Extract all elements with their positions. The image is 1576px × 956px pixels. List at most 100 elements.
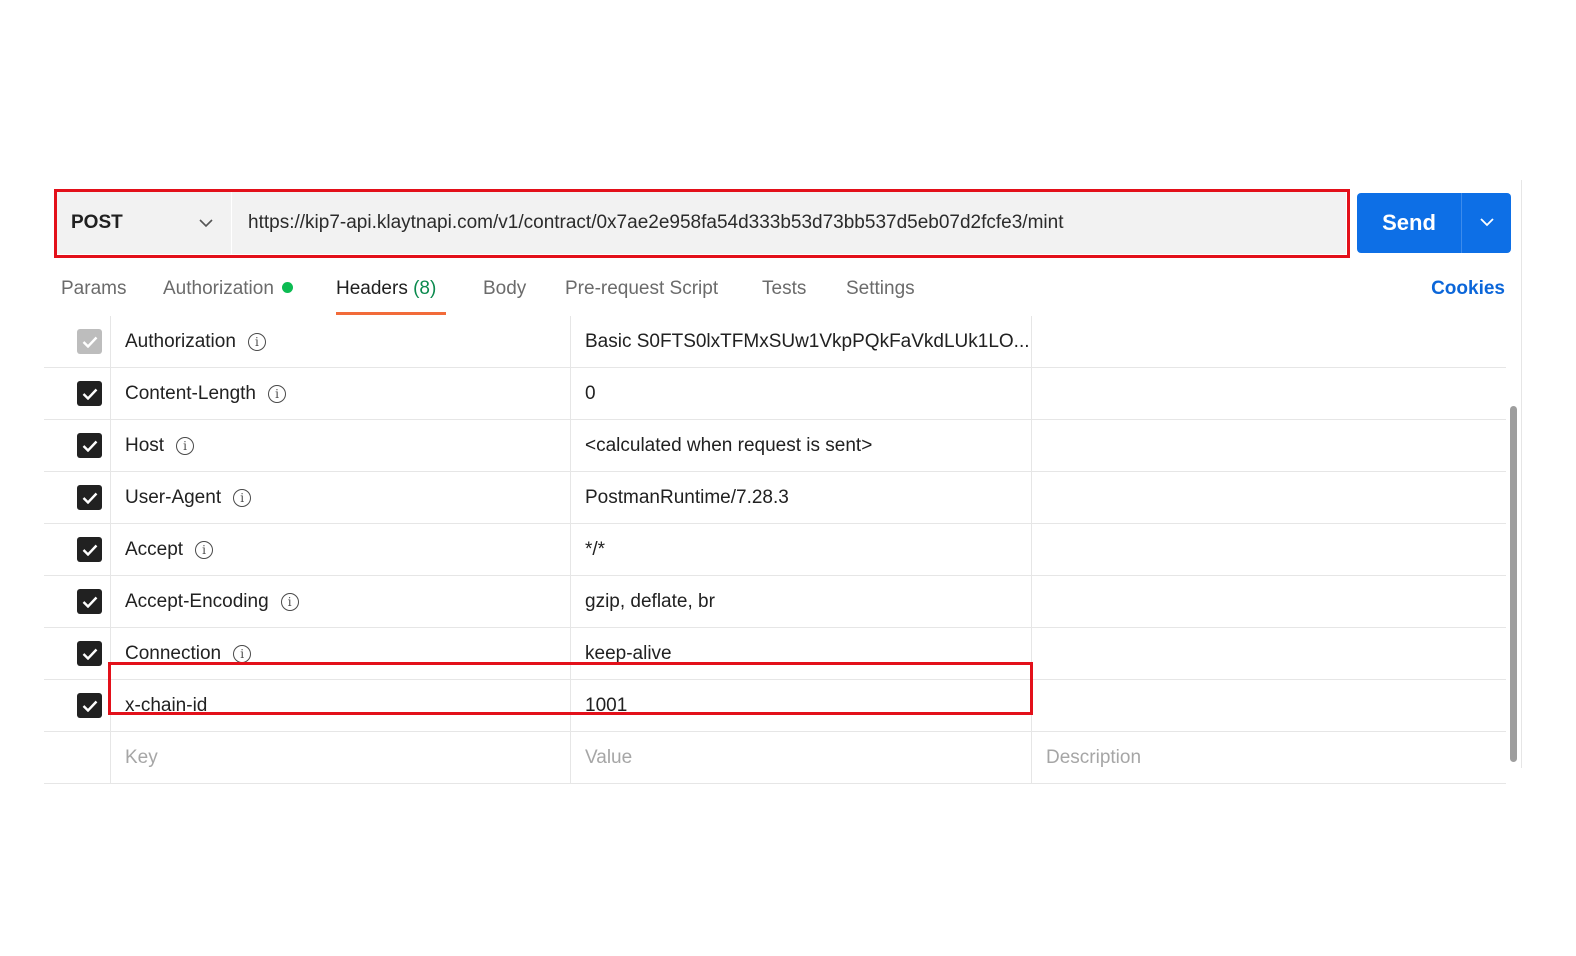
info-icon[interactable]: i (233, 488, 252, 507)
check-icon (82, 544, 97, 556)
header-value: */* (585, 538, 606, 560)
check-icon (82, 336, 97, 348)
header-value: 1001 (585, 694, 628, 716)
status-dot-icon (281, 282, 293, 293)
send-options-button[interactable] (1462, 193, 1511, 253)
table-row-new: Key Value Description (44, 732, 1506, 784)
tab-label: Params (61, 278, 127, 299)
description-cell[interactable] (1031, 420, 1506, 471)
description-input[interactable]: Description (1031, 732, 1506, 783)
tab-body[interactable]: Body (483, 278, 526, 300)
header-checkbox[interactable] (77, 537, 102, 562)
header-key: Accept (125, 538, 184, 560)
header-checkbox[interactable] (77, 641, 102, 666)
tab-label: Tests (762, 278, 807, 299)
header-checkbox[interactable] (77, 693, 102, 718)
headers-table: Authorization i Basic S0FTS0lxTFMxSUw1Vkp… (44, 316, 1506, 784)
cookies-link[interactable]: Cookies (1431, 278, 1505, 300)
description-cell[interactable] (1031, 472, 1506, 523)
value-input[interactable]: Value (570, 732, 1032, 783)
value-cell[interactable]: keep-alive (570, 628, 1032, 679)
value-cell[interactable]: */* (570, 524, 1032, 575)
key-cell[interactable]: Accept-Encoding i (110, 576, 571, 627)
checkbox-cell (44, 524, 111, 575)
request-tabs: Params Authorization Headers (8) Body Pr… (44, 270, 1514, 316)
checkbox-cell (44, 732, 111, 783)
description-cell[interactable] (1031, 680, 1506, 731)
key-cell[interactable]: Accept i (110, 524, 571, 575)
table-row: Host i <calculated when request is sent> (44, 420, 1506, 472)
checkbox-cell (44, 576, 111, 627)
key-input[interactable]: Key (110, 732, 571, 783)
send-button[interactable]: Send (1357, 193, 1511, 253)
info-icon[interactable]: i (233, 644, 252, 663)
url-input[interactable]: https://kip7-api.klaytnapi.com/v1/contra… (232, 191, 1346, 254)
header-checkbox[interactable] (77, 589, 102, 614)
info-icon[interactable]: i (195, 540, 214, 559)
scrollbar-thumb[interactable] (1510, 406, 1517, 762)
checkbox-cell (44, 680, 111, 731)
header-checkbox[interactable] (77, 433, 102, 458)
header-checkbox[interactable] (77, 485, 102, 510)
table-row: Accept i */* (44, 524, 1506, 576)
value-cell[interactable]: PostmanRuntime/7.28.3 (570, 472, 1032, 523)
checkbox-cell (44, 472, 111, 523)
method-label: POST (71, 211, 123, 233)
table-row: User-Agent i PostmanRuntime/7.28.3 (44, 472, 1506, 524)
description-cell[interactable] (1031, 576, 1506, 627)
check-icon (82, 440, 97, 452)
info-icon[interactable]: i (176, 436, 195, 455)
request-bar: POST https://kip7-api.klaytnapi.com/v1/c… (56, 191, 1346, 254)
table-row: Accept-Encoding i gzip, deflate, br (44, 576, 1506, 628)
check-icon (82, 700, 97, 712)
tab-label: Headers (336, 278, 408, 299)
header-key: Authorization (125, 330, 236, 352)
checkbox-cell (44, 420, 111, 471)
key-cell[interactable]: User-Agent i (110, 472, 571, 523)
key-placeholder: Key (125, 746, 158, 768)
key-cell[interactable]: x-chain-id (110, 680, 571, 731)
description-cell[interactable] (1031, 316, 1506, 367)
key-cell[interactable]: Host i (110, 420, 571, 471)
key-cell[interactable]: Content-Length i (110, 368, 571, 419)
value-cell[interactable]: 1001 (570, 680, 1032, 731)
tab-tests[interactable]: Tests (762, 278, 806, 300)
tab-headers[interactable]: Headers (8) (336, 278, 436, 300)
check-icon (82, 648, 97, 660)
value-cell[interactable]: 0 (570, 368, 1032, 419)
value-placeholder: Value (585, 746, 633, 768)
active-tab-underline (336, 312, 446, 315)
checkbox-cell (44, 368, 111, 419)
info-icon[interactable]: i (280, 592, 299, 611)
value-cell[interactable]: gzip, deflate, br (570, 576, 1032, 627)
table-row: Content-Length i 0 (44, 368, 1506, 420)
tab-pre-request-script[interactable]: Pre-request Script (565, 278, 718, 300)
method-select[interactable]: POST (56, 191, 232, 254)
description-cell[interactable] (1031, 524, 1506, 575)
header-key: Host (125, 434, 165, 456)
tab-authorization[interactable]: Authorization (163, 278, 293, 300)
header-checkbox[interactable] (77, 329, 102, 354)
tab-settings[interactable]: Settings (846, 278, 915, 300)
value-cell[interactable]: <calculated when request is sent> (570, 420, 1032, 471)
header-checkbox[interactable] (77, 381, 102, 406)
header-value: gzip, deflate, br (585, 590, 715, 612)
tab-params[interactable]: Params (61, 278, 126, 300)
key-cell[interactable]: Connection i (110, 628, 571, 679)
description-placeholder: Description (1046, 746, 1142, 768)
header-key: Content-Length (125, 382, 256, 404)
info-icon[interactable]: i (268, 384, 286, 403)
header-value: PostmanRuntime/7.28.3 (585, 486, 789, 508)
chevron-down-icon (199, 212, 213, 234)
description-cell[interactable] (1031, 628, 1506, 679)
value-cell[interactable]: Basic S0FTS0lxTFMxSUw1VkpPQkFaVkdLUk1LO.… (570, 316, 1032, 367)
table-row: Connection i keep-alive (44, 628, 1506, 680)
checkbox-cell (44, 316, 111, 367)
tab-label: Pre-request Script (565, 278, 719, 299)
info-icon[interactable]: i (247, 332, 266, 351)
description-cell[interactable] (1031, 368, 1506, 419)
header-key: Connection (125, 642, 222, 664)
key-cell[interactable]: Authorization i (110, 316, 571, 367)
header-key: x-chain-id (125, 694, 208, 716)
check-icon (82, 596, 97, 608)
